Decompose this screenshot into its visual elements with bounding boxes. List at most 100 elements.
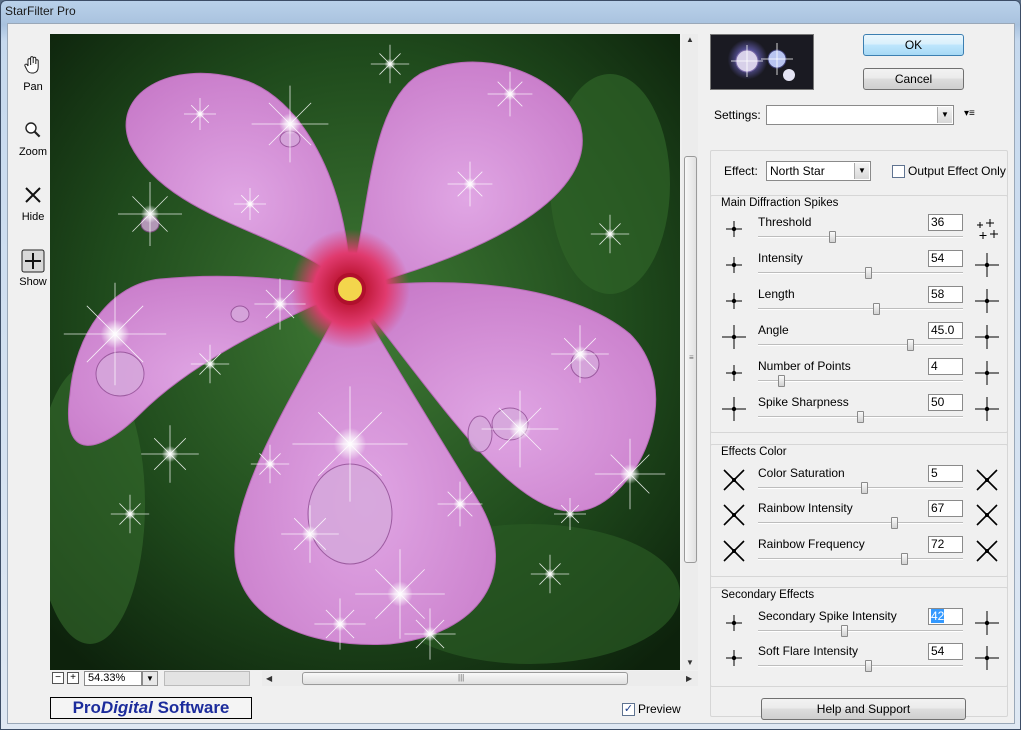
vertical-scroll-thumb[interactable]: ≡ <box>684 156 697 563</box>
scroll-down-icon[interactable]: ▼ <box>686 658 694 667</box>
zoom-in-button[interactable]: + <box>67 672 79 684</box>
preview-checkbox[interactable]: ✓ <box>622 702 635 716</box>
slider-thumb[interactable] <box>901 553 908 565</box>
slider-label: Number of Points <box>758 359 851 373</box>
zoom-out-button[interactable]: − <box>52 672 64 684</box>
slider-value-field[interactable]: 4 <box>928 358 963 375</box>
slider-label: Threshold <box>758 215 812 229</box>
x-icon <box>21 184 45 208</box>
zoom-bar: − + 54.33% ▼ ◀ ||| ▶ <box>50 671 698 687</box>
slider-track[interactable] <box>758 522 963 524</box>
slider-track[interactable] <box>758 380 963 382</box>
slider-value-field[interactable]: 58 <box>928 286 963 303</box>
scroll-right-icon[interactable]: ▶ <box>686 674 692 683</box>
plus-icon <box>21 249 45 273</box>
effect-thumbnail <box>710 34 814 90</box>
tool-pan[interactable]: Pan <box>14 54 52 93</box>
slider-thumb[interactable] <box>865 660 872 672</box>
slider-thumb[interactable] <box>873 303 880 315</box>
slider-row-length: Length 58 <box>711 286 1009 322</box>
slider-thumb[interactable] <box>861 482 868 494</box>
tool-zoom[interactable]: Zoom <box>14 119 52 158</box>
zoom-slider[interactable] <box>164 671 250 686</box>
group-title: Secondary Effects <box>721 589 815 601</box>
slider-value-text: 72 <box>931 537 945 551</box>
prodigital-logo: ProDigital Software <box>50 697 252 719</box>
slider-value-field[interactable]: 45.0 <box>928 322 963 339</box>
slider-thumb[interactable] <box>841 625 848 637</box>
tool-show[interactable]: Show <box>14 249 52 288</box>
slider-label: Color Saturation <box>758 466 845 480</box>
slider-row-rainbow-intensity: Rainbow Intensity 67 <box>711 500 1009 536</box>
slider-value-field[interactable]: 5 <box>928 465 963 482</box>
slider-row-soft-flare-intensity: Soft Flare Intensity 54 <box>711 643 1009 679</box>
slider-value-field[interactable]: 67 <box>928 500 963 517</box>
slider-thumb[interactable] <box>891 517 898 529</box>
slider-thumb[interactable] <box>829 231 836 243</box>
star-icon <box>721 360 747 386</box>
slider-row-number-of-points: Number of Points 4 <box>711 358 1009 394</box>
slider-value-text: 42 <box>931 609 945 623</box>
slider-track[interactable] <box>758 236 963 238</box>
slider-thumb[interactable] <box>865 267 872 279</box>
horizontal-scroll-thumb[interactable]: ||| <box>302 672 628 685</box>
slider-value-field[interactable]: 54 <box>928 250 963 267</box>
effect-label: Effect: <box>724 164 758 178</box>
star-icon <box>974 396 1000 422</box>
star-icon <box>974 467 1000 493</box>
preview-image[interactable] <box>50 34 680 670</box>
slider-value-field[interactable]: 42 <box>928 608 963 625</box>
zoom-dropdown-icon[interactable]: ▼ <box>142 671 158 686</box>
tool-label: Show <box>19 276 47 288</box>
slider-thumb[interactable] <box>907 339 914 351</box>
star-icon <box>721 396 747 422</box>
slider-track[interactable] <box>758 272 963 274</box>
brand-digital: Digital <box>100 698 153 717</box>
slider-thumb[interactable] <box>778 375 785 387</box>
effect-dropdown[interactable]: North Star ▼ <box>766 161 871 181</box>
slider-track[interactable] <box>758 344 963 346</box>
star-icon <box>974 610 1000 636</box>
slider-track[interactable] <box>758 558 963 560</box>
preview-horizontal-scrollbar[interactable]: ◀ ||| ▶ <box>262 671 698 686</box>
scroll-up-icon[interactable]: ▲ <box>686 35 694 44</box>
help-and-support-button[interactable]: Help and Support <box>761 698 966 720</box>
tool-hide[interactable]: Hide <box>14 184 52 223</box>
slider-value-text: 4 <box>931 359 938 373</box>
star-icon <box>974 645 1000 671</box>
star-icon <box>721 610 747 636</box>
slider-row-color-saturation: Color Saturation 5 <box>711 465 1009 501</box>
slider-track[interactable] <box>758 630 963 632</box>
slider-label: Length <box>758 287 795 301</box>
magnifier-icon <box>21 119 45 143</box>
slider-row-rainbow-frequency: Rainbow Frequency 72 <box>711 536 1009 572</box>
slider-thumb[interactable] <box>857 411 864 423</box>
cancel-button[interactable]: Cancel <box>863 68 964 90</box>
ok-button[interactable]: OK <box>863 34 964 56</box>
group-main-diffraction-spikes: Main Diffraction Spikes Threshold 36 Inten… <box>710 195 1008 433</box>
slider-value-field[interactable]: 50 <box>928 394 963 411</box>
settings-menu-icon[interactable]: ▾≡ <box>964 108 975 119</box>
preview-checkbox-row[interactable]: ✓ Preview <box>622 702 681 716</box>
settings-dropdown[interactable]: ▼ <box>766 105 954 125</box>
effect-value: North Star <box>770 164 825 178</box>
brand-pro: Pro <box>72 698 101 717</box>
slider-label: Rainbow Frequency <box>758 537 865 551</box>
star-icon <box>721 502 747 528</box>
title-bar[interactable]: StarFilter Pro <box>1 1 1020 23</box>
tool-label: Zoom <box>18 146 48 158</box>
slider-track[interactable] <box>758 308 963 310</box>
output-effect-only-row[interactable]: Output Effect Only <box>892 164 1006 178</box>
scroll-left-icon[interactable]: ◀ <box>266 674 272 683</box>
slider-track[interactable] <box>758 665 963 667</box>
preview-vertical-scrollbar[interactable]: ▲ ≡ ▼ <box>682 34 698 670</box>
slider-value-field[interactable]: 54 <box>928 643 963 660</box>
slider-value-field[interactable]: 72 <box>928 536 963 553</box>
zoom-level-field[interactable]: 54.33% <box>84 671 142 686</box>
x-star-icon <box>721 538 747 564</box>
group-title: Main Diffraction Spikes <box>721 197 839 209</box>
x-star-icon <box>721 467 747 493</box>
slider-value-field[interactable]: 36 <box>928 214 963 231</box>
chevron-down-icon: ▼ <box>937 107 952 123</box>
output-effect-only-checkbox[interactable] <box>892 164 905 178</box>
